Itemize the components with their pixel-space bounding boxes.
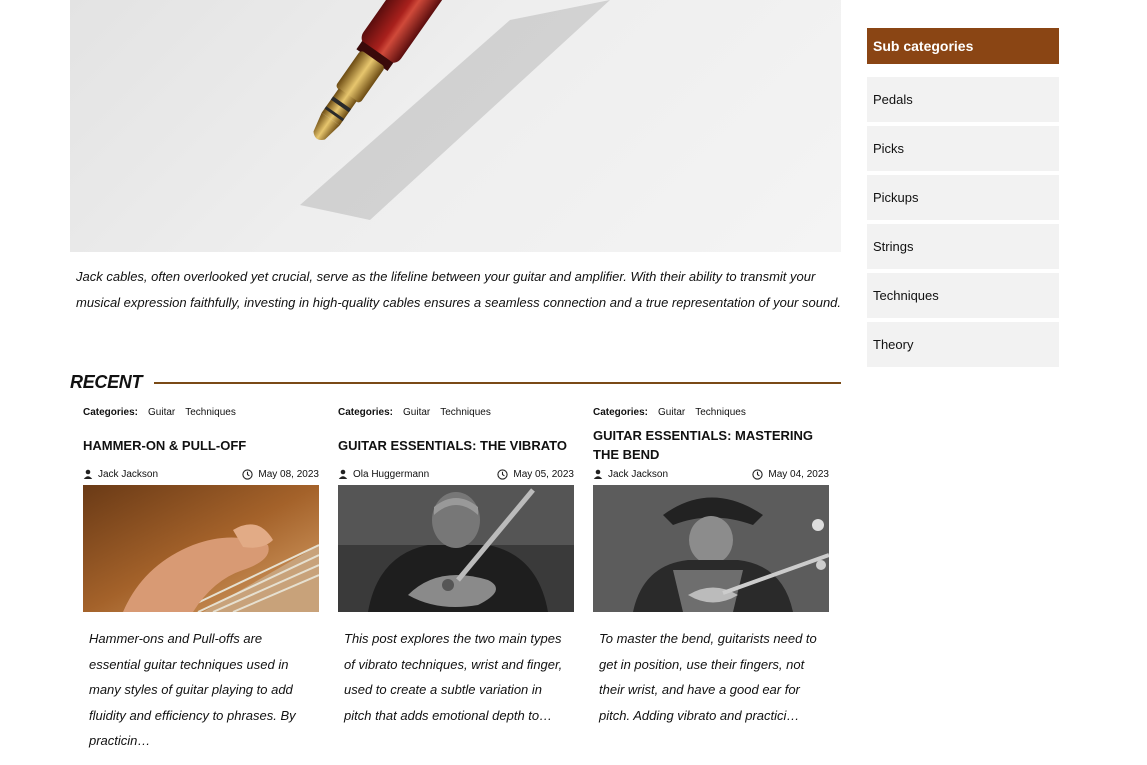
- clock-icon: [497, 468, 509, 480]
- post-categories: Categories: Guitar Techniques: [83, 404, 319, 420]
- sidebar-subcategories: Sub categories Pedals Picks Pickups Stri…: [867, 28, 1059, 371]
- post-thumbnail[interactable]: [593, 485, 829, 612]
- author-name[interactable]: Jack Jackson: [98, 469, 158, 480]
- section-divider: [154, 382, 841, 384]
- date-text: May 05, 2023: [513, 468, 574, 480]
- subcategory-list: Pedals Picks Pickups Strings Techniques …: [867, 77, 1059, 367]
- author-name[interactable]: Ola Huggermann: [353, 469, 429, 480]
- clock-icon: [752, 468, 764, 480]
- post-categories: Categories: Guitar Techniques: [338, 404, 574, 420]
- post-date: May 04, 2023: [752, 469, 829, 480]
- user-icon: [83, 469, 93, 479]
- post-title[interactable]: GUITAR ESSENTIALS: MASTERING THE BEND: [593, 426, 829, 466]
- post-author: Jack Jackson: [83, 469, 158, 480]
- date-text: May 08, 2023: [258, 468, 319, 480]
- post-meta: Ola Huggermann May 05, 2023: [338, 465, 574, 483]
- category-link[interactable]: Guitar: [658, 407, 685, 418]
- categories-label: Categories:: [83, 406, 139, 418]
- sidebar-title: Sub categories: [867, 28, 1059, 64]
- sidebar-item-pickups[interactable]: Pickups: [867, 175, 1059, 220]
- sidebar-item-pedals[interactable]: Pedals: [867, 77, 1059, 122]
- post-excerpt: To master the bend, guitarists need to g…: [599, 631, 817, 723]
- user-icon: [593, 469, 603, 479]
- categories-label: Categories:: [593, 406, 649, 418]
- post-title[interactable]: GUITAR ESSENTIALS: THE VIBRATO: [338, 426, 574, 466]
- post-author: Ola Huggermann: [338, 469, 429, 480]
- user-icon: [338, 469, 348, 479]
- category-link[interactable]: Techniques: [185, 407, 236, 418]
- post-excerpt: Hammer-ons and Pull-offs are essential g…: [89, 631, 296, 748]
- sidebar-item-picks[interactable]: Picks: [867, 126, 1059, 171]
- hero-caption: Jack cables, often overlooked yet crucia…: [76, 269, 842, 310]
- sidebar-item-techniques[interactable]: Techniques: [867, 273, 1059, 318]
- category-link[interactable]: Techniques: [440, 407, 491, 418]
- post-card[interactable]: Categories: Guitar Techniques HAMMER-ON …: [83, 404, 319, 754]
- category-link[interactable]: Guitar: [148, 407, 175, 418]
- post-meta: Jack Jackson May 08, 2023: [83, 465, 319, 483]
- post-thumbnail[interactable]: [338, 485, 574, 612]
- post-categories: Categories: Guitar Techniques: [593, 404, 829, 420]
- hero-image: [70, 0, 841, 252]
- post-meta: Jack Jackson May 04, 2023: [593, 465, 829, 483]
- post-card[interactable]: Categories: Guitar Techniques GUITAR ESS…: [593, 404, 829, 728]
- category-link[interactable]: Techniques: [695, 407, 746, 418]
- post-thumbnail[interactable]: [83, 485, 319, 612]
- post-date: May 05, 2023: [497, 469, 574, 480]
- sidebar-item-strings[interactable]: Strings: [867, 224, 1059, 269]
- post-excerpt: This post explores the two main types of…: [344, 631, 563, 723]
- author-name[interactable]: Jack Jackson: [608, 469, 668, 480]
- post-date: May 08, 2023: [242, 469, 319, 480]
- post-author: Jack Jackson: [593, 469, 668, 480]
- categories-label: Categories:: [338, 406, 394, 418]
- recent-section-header: RECENT: [70, 370, 841, 394]
- sidebar-item-theory[interactable]: Theory: [867, 322, 1059, 367]
- post-title[interactable]: HAMMER-ON & PULL-OFF: [83, 426, 319, 466]
- section-title: RECENT: [70, 371, 143, 392]
- post-card[interactable]: Categories: Guitar Techniques GUITAR ESS…: [338, 404, 574, 728]
- category-link[interactable]: Guitar: [403, 407, 430, 418]
- date-text: May 04, 2023: [768, 468, 829, 480]
- clock-icon: [242, 468, 254, 480]
